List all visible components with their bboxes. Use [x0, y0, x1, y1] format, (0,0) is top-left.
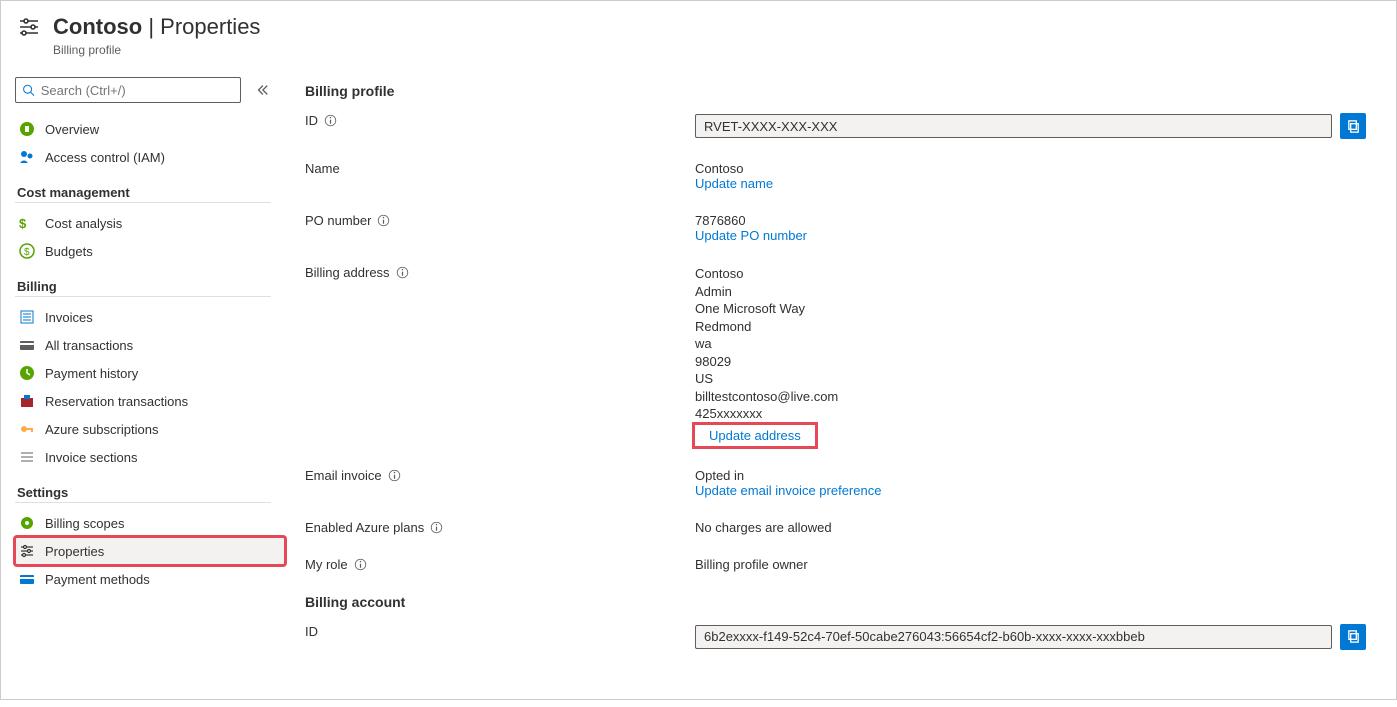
- sidebar-item-payment-methods[interactable]: Payment methods: [15, 565, 285, 593]
- sidebar-item-label: Payment history: [45, 366, 138, 381]
- sidebar-item-billing-scopes[interactable]: Billing scopes: [15, 509, 285, 537]
- copy-icon: [1346, 119, 1361, 134]
- sidebar-item-label: Cost analysis: [45, 216, 122, 231]
- properties-icon: [19, 543, 35, 559]
- transactions-icon: [19, 337, 35, 353]
- addr-line: Admin: [695, 283, 1366, 301]
- info-icon: [388, 469, 401, 482]
- addr-line: billtestcontoso@live.com: [695, 388, 1366, 406]
- page-header: Contoso | Properties: [1, 1, 1396, 47]
- sidebar-item-invoices[interactable]: Invoices: [15, 303, 285, 331]
- sidebar-item-label: Invoice sections: [45, 450, 138, 465]
- scope-icon: [19, 515, 35, 531]
- sidebar-item-invoice-sections[interactable]: Invoice sections: [15, 443, 285, 471]
- sidebar-item-azure-subs[interactable]: Azure subscriptions: [15, 415, 285, 443]
- collapse-sidebar-button[interactable]: [255, 83, 269, 97]
- nav-group-settings-title: Settings: [17, 485, 291, 500]
- sliders-icon: [15, 13, 43, 41]
- sidebar-item-reservations[interactable]: Reservation transactions: [15, 387, 285, 415]
- svg-text:$: $: [24, 247, 30, 258]
- sidebar-item-properties[interactable]: Properties: [15, 537, 285, 565]
- nav-group-billing-title: Billing: [17, 279, 291, 294]
- label-enabled-plans: Enabled Azure plans: [305, 520, 695, 535]
- search-icon: [22, 83, 35, 97]
- history-icon: [19, 365, 35, 381]
- label-id: ID: [305, 113, 695, 128]
- sidebar-item-label: Budgets: [45, 244, 93, 259]
- addr-line: Redmond: [695, 318, 1366, 336]
- addr-line: US: [695, 370, 1366, 388]
- nav-group-cost-title: Cost management: [17, 185, 291, 200]
- sidebar-item-label: All transactions: [45, 338, 133, 353]
- sidebar-item-cost-analysis[interactable]: $ Cost analysis: [15, 209, 285, 237]
- info-icon: [396, 266, 409, 279]
- key-icon: [19, 421, 35, 437]
- sidebar-item-label: Access control (IAM): [45, 150, 165, 165]
- profile-id-box[interactable]: RVET-XXXX-XXX-XXX: [695, 114, 1332, 138]
- sidebar-item-all-transactions[interactable]: All transactions: [15, 331, 285, 359]
- label-billing-address: Billing address: [305, 265, 695, 280]
- link-update-email[interactable]: Update email invoice preference: [695, 483, 881, 498]
- sidebar-item-overview[interactable]: Overview: [15, 115, 285, 143]
- content: Billing profile ID RVET-XXXX-XXX-XXX Nam…: [291, 69, 1396, 707]
- sidebar-item-label: Billing scopes: [45, 516, 125, 531]
- value-name: Contoso: [695, 161, 1366, 176]
- svg-text:$: $: [19, 216, 27, 231]
- info-icon: [430, 521, 443, 534]
- addr-line: 98029: [695, 353, 1366, 371]
- label-name: Name: [305, 161, 695, 176]
- section-billing-profile: Billing profile: [305, 83, 1366, 99]
- sidebar-item-label: Properties: [45, 544, 104, 559]
- page-title: Contoso | Properties: [53, 14, 260, 40]
- copy-icon: [1346, 629, 1361, 644]
- sidebar-item-label: Payment methods: [45, 572, 150, 587]
- label-email-invoice: Email invoice: [305, 468, 695, 483]
- addr-line: One Microsoft Way: [695, 300, 1366, 318]
- search-box[interactable]: [15, 77, 241, 103]
- card-icon: [19, 571, 35, 587]
- sidebar: Overview Access control (IAM) Cost manag…: [1, 69, 291, 707]
- value-email-invoice: Opted in: [695, 468, 1366, 483]
- copy-account-id-button[interactable]: [1340, 624, 1366, 650]
- sidebar-item-label: Azure subscriptions: [45, 422, 158, 437]
- people-icon: [19, 149, 35, 165]
- link-update-name[interactable]: Update name: [695, 176, 773, 191]
- info-icon: [354, 558, 367, 571]
- sidebar-item-budgets[interactable]: $ Budgets: [15, 237, 285, 265]
- info-icon: [324, 114, 337, 127]
- search-input[interactable]: [41, 83, 234, 98]
- reservation-icon: [19, 393, 35, 409]
- addr-line: 425xxxxxxx: [695, 405, 1366, 423]
- label-my-role: My role: [305, 557, 695, 572]
- addr-line: wa: [695, 335, 1366, 353]
- value-enabled-plans: No charges are allowed: [695, 520, 1366, 535]
- invoice-icon: [19, 309, 35, 325]
- value-po-number: 7876860: [695, 213, 1366, 228]
- addr-line: Contoso: [695, 265, 1366, 283]
- cost-icon: $: [19, 215, 35, 231]
- account-id-box[interactable]: 6b2exxxx-f149-52c4-70ef-50cabe276043:566…: [695, 625, 1332, 649]
- link-update-po[interactable]: Update PO number: [695, 228, 807, 243]
- sections-icon: [19, 449, 35, 465]
- page-subtitle: Billing profile: [53, 43, 1396, 57]
- label-po-number: PO number: [305, 213, 695, 228]
- value-my-role: Billing profile owner: [695, 557, 1366, 572]
- sidebar-item-label: Reservation transactions: [45, 394, 188, 409]
- sidebar-item-label: Overview: [45, 122, 99, 137]
- budget-icon: $: [19, 243, 35, 259]
- link-update-address[interactable]: Update address: [695, 425, 815, 446]
- sidebar-item-access-control[interactable]: Access control (IAM): [15, 143, 285, 171]
- label-account-id: ID: [305, 624, 695, 639]
- info-icon: [377, 214, 390, 227]
- sidebar-item-payment-history[interactable]: Payment history: [15, 359, 285, 387]
- section-billing-account: Billing account: [305, 594, 1366, 610]
- sidebar-item-label: Invoices: [45, 310, 93, 325]
- overview-icon: [19, 121, 35, 137]
- copy-profile-id-button[interactable]: [1340, 113, 1366, 139]
